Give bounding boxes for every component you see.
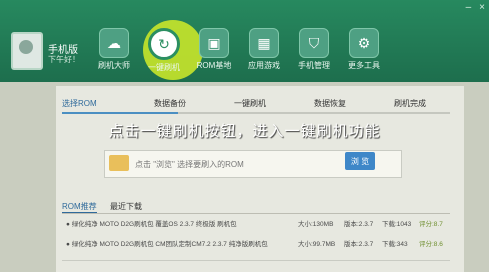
rom-title: ● 绿化纯净 MOTO D2G刷机包 CM团队定制CM7.2 2.3.7 纯净版…	[66, 241, 268, 248]
user-status: 下午好！	[48, 55, 80, 64]
cloud-icon: ☁	[99, 28, 129, 58]
main-nav: ☁ 刷机大师 ↻ 一键刷机 ▣ ROM基地 ▦ 应用游戏 ⛉ 手机管理 ⚙ 更多…	[95, 28, 383, 73]
rom-tabs: ROM推荐 最近下载	[62, 201, 450, 214]
divider	[62, 260, 450, 261]
nav-label: ROM基地	[196, 61, 232, 70]
refresh-icon: ↻	[148, 28, 180, 60]
avatar[interactable]	[11, 32, 43, 70]
gear-icon: ⚙	[349, 28, 379, 58]
step-data-restore: 数据恢复	[314, 99, 346, 108]
rom-downloads: 下载:1043	[382, 221, 412, 228]
nav-flash-master[interactable]: ☁ 刷机大师	[95, 28, 133, 73]
step-flash-complete: 刷机完成	[394, 99, 426, 108]
table-row[interactable]: ● 绿化纯净 MOTO D2G刷机包 CM团队定制CM7.2 2.3.7 纯净版…	[62, 236, 450, 248]
tab-recent-downloads[interactable]: 最近下载	[110, 201, 142, 212]
rom-score: 评分:8.7	[419, 221, 443, 228]
shield-icon: ⛉	[299, 28, 329, 58]
table-row[interactable]: ● 绿化纯净 MOTO D2G刷机包 覆盖OS 2.3.7 终极版 刷机包 大小…	[62, 216, 450, 228]
step-one-click-flash: 一键刷机	[234, 99, 266, 108]
nav-phone-manage[interactable]: ⛉ 手机管理	[295, 28, 333, 73]
nav-label: 一键刷机	[148, 63, 180, 72]
nav-label: 手机管理	[298, 61, 330, 70]
browse-button[interactable]: 浏 览	[345, 152, 375, 170]
close-button[interactable]: ×	[479, 2, 485, 13]
tab-rom-recommend[interactable]: ROM推荐	[62, 201, 97, 213]
nav-apps-games[interactable]: ▦ 应用游戏	[245, 28, 283, 73]
window-controls: – ×	[466, 2, 485, 13]
rom-file-placeholder: 点击 "浏览" 选择要刷入的ROM	[135, 160, 244, 169]
rom-size: 大小:130MB	[298, 221, 334, 228]
instruction-overlay: 点击一键刷机按钮，进入一键刷机功能	[108, 121, 381, 140]
minimize-button[interactable]: –	[466, 2, 472, 13]
progress-bar	[62, 112, 450, 114]
nav-label: 应用游戏	[248, 61, 280, 70]
nav-label: 更多工具	[348, 61, 380, 70]
folder-icon	[109, 155, 129, 171]
nav-more-tools[interactable]: ⚙ 更多工具	[345, 28, 383, 73]
nav-one-click-flash[interactable]: ↻ 一键刷机	[145, 28, 183, 73]
apps-icon: ▦	[249, 28, 279, 58]
progress-fill	[62, 112, 179, 114]
rom-version: 版本:2.3.7	[344, 241, 374, 248]
nav-rom-base[interactable]: ▣ ROM基地	[195, 28, 233, 73]
step-data-backup: 数据备份	[154, 99, 186, 108]
nav-label: 刷机大师	[98, 61, 130, 70]
rom-score: 评分:8.6	[419, 241, 443, 248]
step-select-rom: 选择ROM	[62, 99, 97, 108]
rom-downloads: 下载:343	[382, 241, 408, 248]
box-icon: ▣	[199, 28, 229, 58]
rom-size: 大小:99.7MB	[298, 241, 336, 248]
rom-version: 版本:2.3.7	[344, 221, 374, 228]
rom-title: ● 绿化纯净 MOTO D2G刷机包 覆盖OS 2.3.7 终极版 刷机包	[66, 221, 237, 228]
